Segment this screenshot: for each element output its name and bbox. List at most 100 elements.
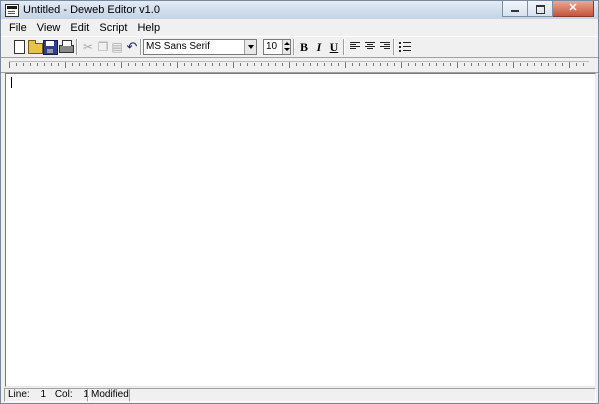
status-position-panel: Line: 1 Col: 1 [4,388,89,402]
ruler-tick [205,63,206,66]
ruler-tick [527,63,528,66]
ruler-tick [142,63,143,66]
ruler-tick [135,63,136,66]
new-file-button[interactable] [11,39,27,55]
open-file-button[interactable] [27,39,43,55]
ruler-tick [422,63,423,66]
ruler-tick [177,62,178,68]
cut-button[interactable]: ✂ [80,39,96,55]
ruler-tick [107,63,108,66]
status-modified: Modified [91,389,129,400]
ruler-tick [443,63,444,66]
ruler-tick [338,63,339,66]
print-button[interactable] [58,39,74,55]
chevron-down-icon[interactable] [244,40,256,54]
app-document-icon[interactable] [5,4,19,17]
printer-icon [59,40,74,53]
ruler-tick [324,63,325,66]
ruler-tick [359,63,360,66]
paste-icon: ▤ [111,40,123,54]
ruler-tick [492,63,493,66]
ruler-tick [65,62,66,68]
font-size-value: 10 [266,41,278,52]
bold-button[interactable]: B [296,39,312,55]
save-file-button[interactable] [42,39,58,55]
font-size-spinner[interactable] [282,40,290,54]
ruler-tick [261,63,262,66]
undo-icon: ↶ [126,39,138,54]
ruler-tick [128,63,129,66]
ruler-tick [9,62,10,68]
ruler-tick [464,63,465,66]
status-modified-panel: Modified [87,388,130,402]
minimize-icon [511,10,519,12]
menu-bar: File View Edit Script Help [1,20,598,36]
close-icon: ✕ [568,2,578,14]
ruler-tick [268,63,269,66]
ruler-tick [93,63,94,66]
menu-help[interactable]: Help [132,20,165,36]
ruler-tick [366,63,367,66]
ruler-tick [247,63,248,66]
menu-file[interactable]: File [1,20,32,36]
ruler-tick [555,63,556,66]
ruler-tick [352,63,353,66]
editor-area[interactable] [5,73,596,387]
underline-button[interactable]: U [326,39,342,55]
ruler-tick [506,63,507,66]
ruler-tick [149,63,150,66]
ruler-tick [58,63,59,66]
ruler-tick [520,63,521,66]
ruler-tick [429,63,430,66]
ruler-tick [303,63,304,66]
italic-button[interactable]: I [311,39,327,55]
font-name-select[interactable]: MS Sans Serif [143,39,257,55]
ruler-tick [79,63,80,66]
ruler-tick [156,63,157,66]
align-left-button[interactable] [347,39,363,55]
ruler-tick [191,63,192,66]
ruler-tick [387,63,388,66]
ruler-tick [170,63,171,66]
ruler-tick [373,63,374,66]
font-size-field[interactable]: 10 [263,39,291,55]
ruler-tick [436,63,437,66]
menu-edit[interactable]: Edit [65,20,94,36]
ruler-tick [282,63,283,66]
text-caret [11,77,12,88]
align-right-button[interactable] [377,39,393,55]
ruler-tick [548,63,549,66]
ruler-tick [289,62,290,68]
menu-script[interactable]: Script [94,20,132,36]
close-button[interactable]: ✕ [553,1,594,17]
align-right-icon [380,42,390,52]
ruler-track [9,61,589,70]
ruler-tick [534,63,535,66]
minimize-button[interactable] [502,1,528,17]
ruler-tick [317,63,318,66]
maximize-button[interactable] [528,1,553,17]
ruler-tick [415,63,416,66]
ruler-tick [562,63,563,66]
bullet-list-button[interactable] [397,39,413,55]
paste-button[interactable]: ▤ [109,39,125,55]
ruler-tick [240,63,241,66]
ruler-tick [184,63,185,66]
title-bar[interactable]: Untitled - Deweb Editor v1.0 ✕ [1,1,598,19]
bullet-list-icon [399,42,411,52]
toolbar-separator [293,39,295,55]
toolbar: ✂ ❐ ▤ ↶ MS Sans Serif 10 B I U [1,36,598,58]
copy-icon: ❐ [97,40,109,54]
ruler-tick [478,63,479,66]
ruler-tick [233,62,234,68]
ruler-tick [569,62,570,68]
undo-button[interactable]: ↶ [124,39,140,55]
align-center-button[interactable] [362,39,378,55]
menu-view[interactable]: View [32,20,66,36]
editor-window: Untitled - Deweb Editor v1.0 ✕ File View… [0,0,599,404]
ruler-tick [394,63,395,66]
ruler-tick [380,63,381,66]
ruler[interactable] [1,58,598,73]
ruler-tick [219,63,220,66]
status-line-label: Line: [8,389,30,400]
